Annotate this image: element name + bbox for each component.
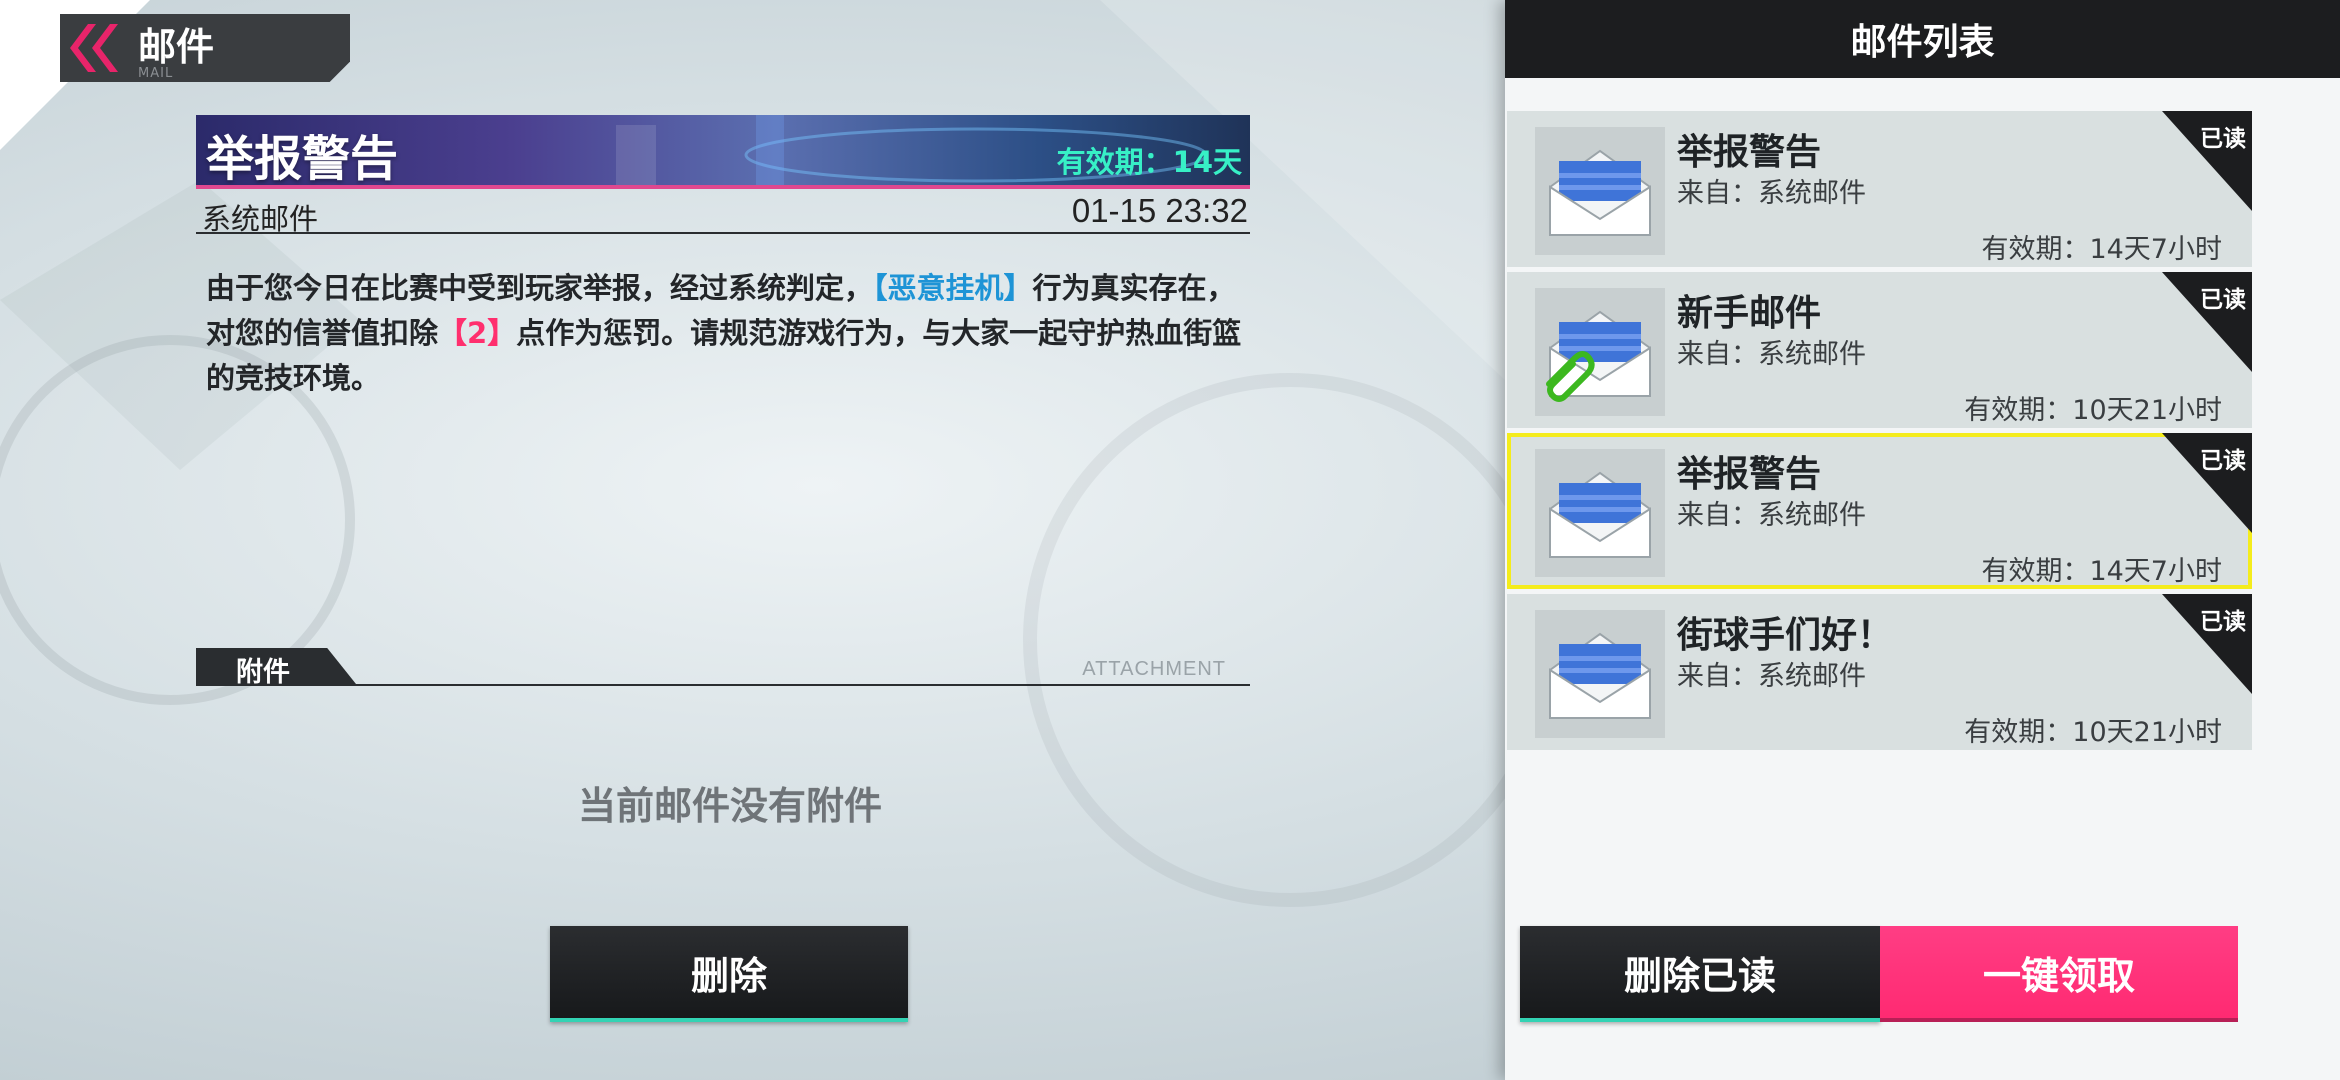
attachment-header: 附件 ATTACHMENT [196, 648, 1250, 688]
delete-button[interactable]: 删除 [550, 926, 908, 1022]
mail-list-item[interactable]: 新手邮件 来自：系统邮件 有效期：10天21小时 已读 [1507, 272, 2252, 428]
envelope-icon [1535, 610, 1665, 738]
mail-detail-subject: 举报警告 [206, 131, 399, 187]
page-subtitle: MAIL [138, 66, 174, 81]
mail-list-title: 邮件列表 [1505, 0, 2340, 78]
no-attachment-text: 当前邮件没有附件 [577, 784, 882, 828]
mail-item-subject: 举报警告 [1677, 132, 1822, 173]
mail-item-validity: 有效期：10天21小时 [1964, 395, 2222, 426]
read-status-text: 已读 [2200, 126, 2246, 152]
claim-all-button[interactable]: 一键领取 [1880, 926, 2238, 1022]
mail-item-subject: 街球手们好！ [1677, 615, 1894, 656]
mail-list-item-selected[interactable]: 举报警告 来自：系统邮件 有效期：14天7小时 已读 [1507, 433, 2252, 589]
mail-item-validity: 有效期：14天7小时 [1981, 556, 2222, 587]
read-status-text: 已读 [2200, 287, 2246, 313]
mail-detail-body: 由于您今日在比赛中受到玩家举报，经过系统判定，【恶意挂机】行为真实存在，对您的信… [206, 266, 1246, 401]
mail-detail-sender: 系统邮件 [202, 202, 319, 236]
read-status-text: 已读 [2200, 448, 2246, 474]
mail-detail-validity: 有效期：14天 [1056, 145, 1242, 179]
mail-item-sender: 来自：系统邮件 [1677, 339, 1866, 370]
mail-detail-time: 01-15 23:32 [1071, 192, 1248, 229]
read-status-text: 已读 [2200, 609, 2246, 635]
mail-item-sender: 来自：系统邮件 [1677, 178, 1866, 209]
page-title: 邮件 [138, 25, 215, 69]
mail-item-sender: 来自：系统邮件 [1677, 661, 1866, 692]
attachment-label: 附件 [236, 657, 290, 688]
page-title-tab: 邮件 MAIL [0, 0, 360, 150]
envelope-icon [1535, 127, 1665, 255]
mail-item-validity: 有效期：10天21小时 [1964, 717, 2222, 748]
envelope-with-paperclip-icon [1535, 288, 1665, 416]
back-chevron-icon[interactable] [66, 18, 126, 78]
mail-body-highlight-penalty: 【2】 [438, 316, 517, 350]
mail-list-item[interactable]: 举报警告 来自：系统邮件 有效期：14天7小时 已读 [1507, 111, 2252, 267]
mail-list-item[interactable]: 街球手们好！ 来自：系统邮件 有效期：10天21小时 已读 [1507, 594, 2252, 750]
mail-item-sender: 来自：系统邮件 [1677, 500, 1866, 531]
mail-body-highlight-violation: 【恶意挂机】 [873, 271, 1033, 305]
envelope-icon [1535, 449, 1665, 577]
mail-item-subject: 新手邮件 [1677, 293, 1822, 334]
mail-list-panel: 邮件列表 举报警告 来自：系统邮件 有效期：14天7小时 已读 新手邮件 来自：… [1505, 0, 2340, 1080]
mail-item-subject: 举报警告 [1677, 454, 1822, 495]
mail-item-validity: 有效期：14天7小时 [1981, 234, 2222, 265]
mail-detail-header: 举报警告 有效期：14天 [196, 115, 1250, 189]
delete-read-button[interactable]: 删除已读 [1520, 926, 1880, 1022]
attachment-label-en: ATTACHMENT [1082, 658, 1226, 680]
mail-body-text: 由于您今日在比赛中受到玩家举报，经过系统判定， [206, 271, 874, 305]
mail-detail-meta: 系统邮件 01-15 23:32 [196, 192, 1250, 236]
